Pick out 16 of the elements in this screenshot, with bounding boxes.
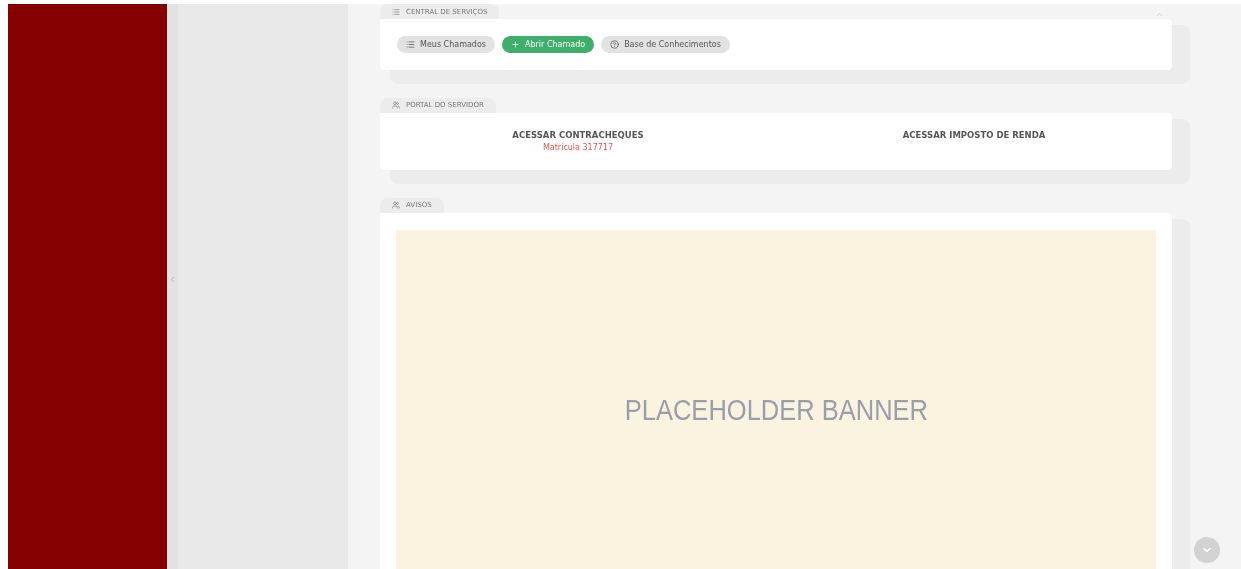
banner-text: PLACEHOLDER BANNER (624, 393, 928, 427)
list-icon (406, 40, 415, 49)
help-icon (610, 40, 620, 49)
portal-link[interactable]: ACESSAR IMPOSTO DE RENDA (902, 130, 1046, 140)
collapse-handle[interactable] (167, 4, 178, 569)
service-button[interactable]: Base de Conhecimentos (601, 36, 730, 53)
users-icon (392, 101, 400, 109)
portal-link[interactable]: ACESSAR CONTRACHEQUES (512, 130, 644, 140)
chevron-left-icon (168, 275, 177, 284)
service-button[interactable]: Meus Chamados (397, 36, 495, 53)
plus-icon (511, 40, 520, 49)
users-icon (392, 201, 400, 209)
registration-number: Matrícula 317717 (542, 143, 614, 152)
chevron-up-icon[interactable] (1155, 10, 1164, 19)
scroll-down-button[interactable] (1194, 537, 1220, 563)
list-icon (392, 7, 400, 16)
